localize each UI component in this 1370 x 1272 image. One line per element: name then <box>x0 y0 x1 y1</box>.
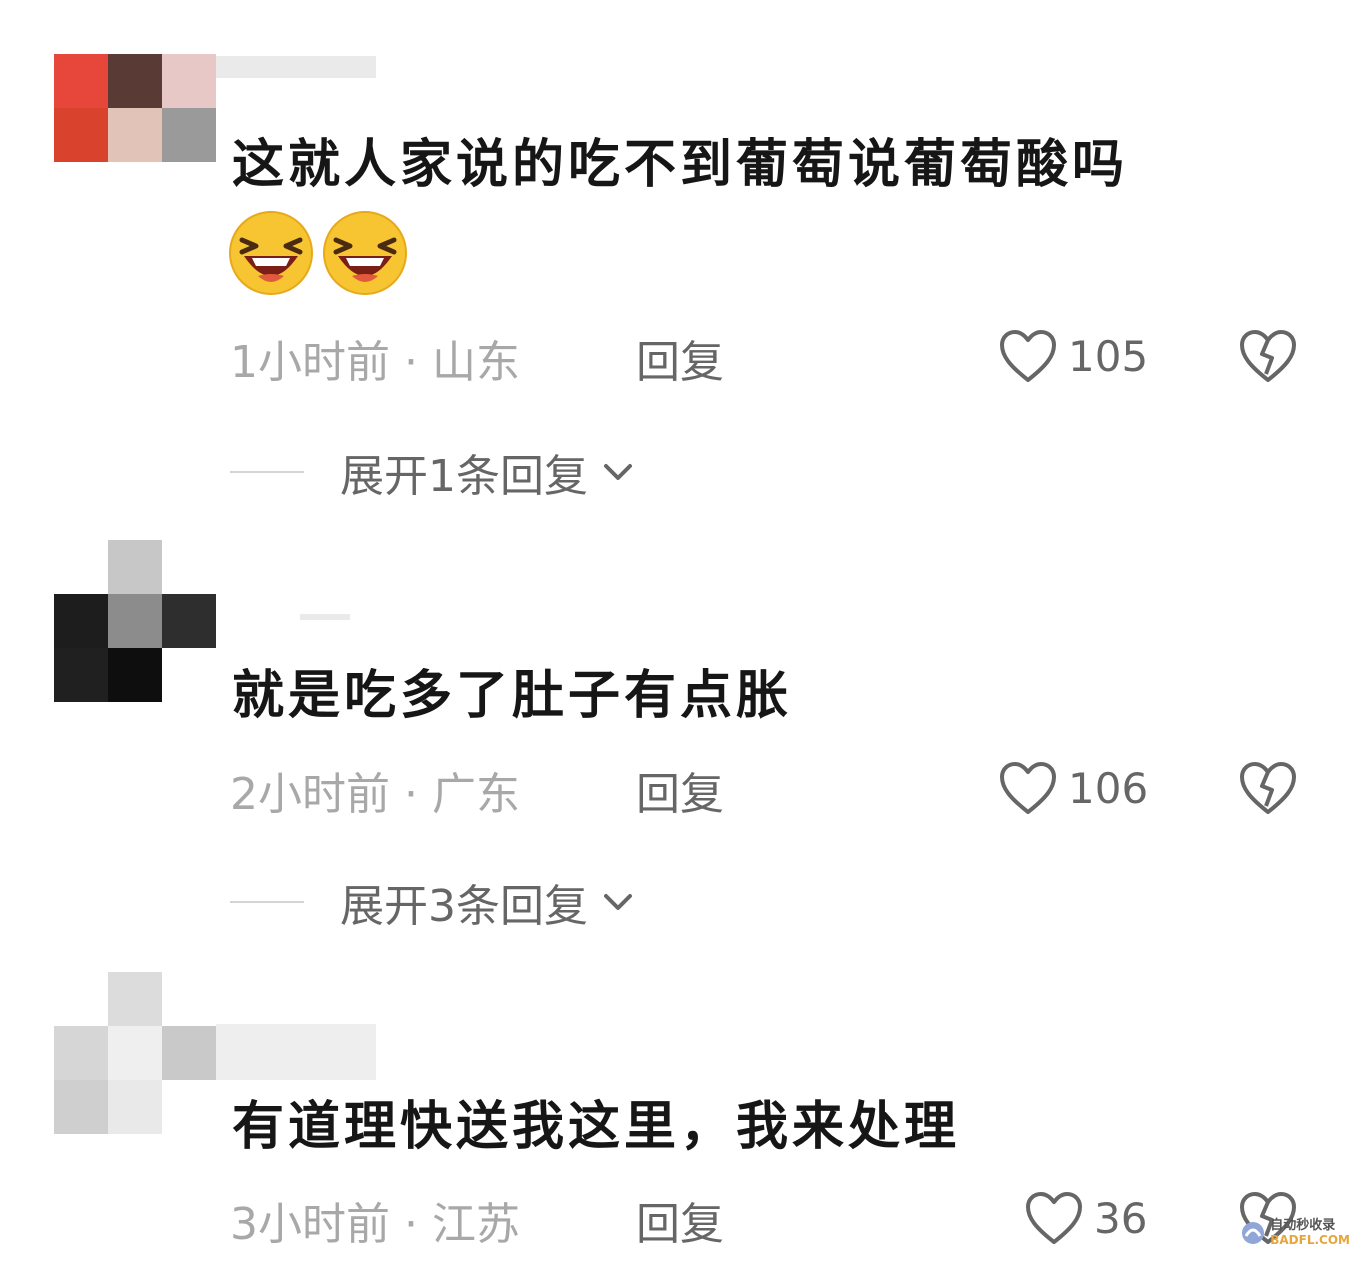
like-count: 105 <box>1068 331 1149 381</box>
separator-dot: · <box>404 769 432 820</box>
divider-line <box>230 901 304 903</box>
like-button[interactable]: 106 <box>998 760 1148 816</box>
comment-time: 3小时前 <box>230 1199 390 1250</box>
comment-time: 1小时前 <box>230 337 390 388</box>
laughing-emoji-icon <box>229 211 313 295</box>
separator-dot: · <box>404 337 432 388</box>
expand-replies-label: 展开1条回复 <box>340 451 588 502</box>
chevron-down-icon <box>604 464 632 480</box>
broken-heart-icon[interactable] <box>1238 328 1298 386</box>
reply-button[interactable]: 回复 <box>636 1188 724 1252</box>
heart-icon <box>1000 330 1056 382</box>
heart-icon <box>1026 1192 1082 1244</box>
watermark-logo-icon <box>1242 1222 1265 1244</box>
watermark-line2: BADFL.COM <box>1270 1233 1350 1247</box>
divider-line <box>230 471 304 473</box>
comment-location: 山东 <box>431 337 520 388</box>
expand-replies[interactable]: 展开1条回复 <box>230 440 636 504</box>
chevron-down-icon <box>604 894 632 910</box>
avatar[interactable] <box>54 972 216 1134</box>
avatar[interactable] <box>54 540 216 702</box>
watermark: 自动秒收录 BADFL.COM <box>1240 1218 1350 1248</box>
reply-button[interactable]: 回复 <box>636 758 724 822</box>
laughing-emoji-icon <box>323 211 407 295</box>
emoji-row <box>228 210 408 296</box>
username-blurred[interactable] <box>216 1024 376 1080</box>
comment-location: 江苏 <box>431 1199 520 1250</box>
comment-meta: 1小时前 · 山东 <box>230 326 520 390</box>
broken-heart-icon[interactable] <box>1238 760 1298 818</box>
comment-text: 就是吃多了肚子有点胀 <box>232 666 793 726</box>
like-button[interactable]: 105 <box>998 328 1148 384</box>
username-blurred[interactable] <box>300 614 350 620</box>
comment-text: 有道理快送我这里，我来处理 <box>232 1097 961 1157</box>
comment-time: 2小时前 <box>230 769 390 820</box>
like-count: 106 <box>1068 763 1149 813</box>
reply-button[interactable]: 回复 <box>636 326 724 390</box>
like-count: 36 <box>1094 1193 1148 1243</box>
like-button[interactable]: 36 <box>1024 1190 1147 1246</box>
avatar[interactable] <box>54 54 216 216</box>
expand-replies-label: 展开3条回复 <box>340 881 588 932</box>
separator-dot: · <box>404 1199 432 1250</box>
expand-replies[interactable]: 展开3条回复 <box>230 870 636 934</box>
heart-icon <box>1000 762 1056 814</box>
comment-meta: 3小时前 · 江苏 <box>230 1188 520 1252</box>
comment-location: 广东 <box>431 769 520 820</box>
watermark-line1: 自动秒收录 <box>1270 1218 1336 1233</box>
username-blurred[interactable] <box>216 56 376 78</box>
comment-text: 这就人家说的吃不到葡萄说葡萄酸吗 <box>232 135 1129 195</box>
comment-meta: 2小时前 · 广东 <box>230 758 520 822</box>
